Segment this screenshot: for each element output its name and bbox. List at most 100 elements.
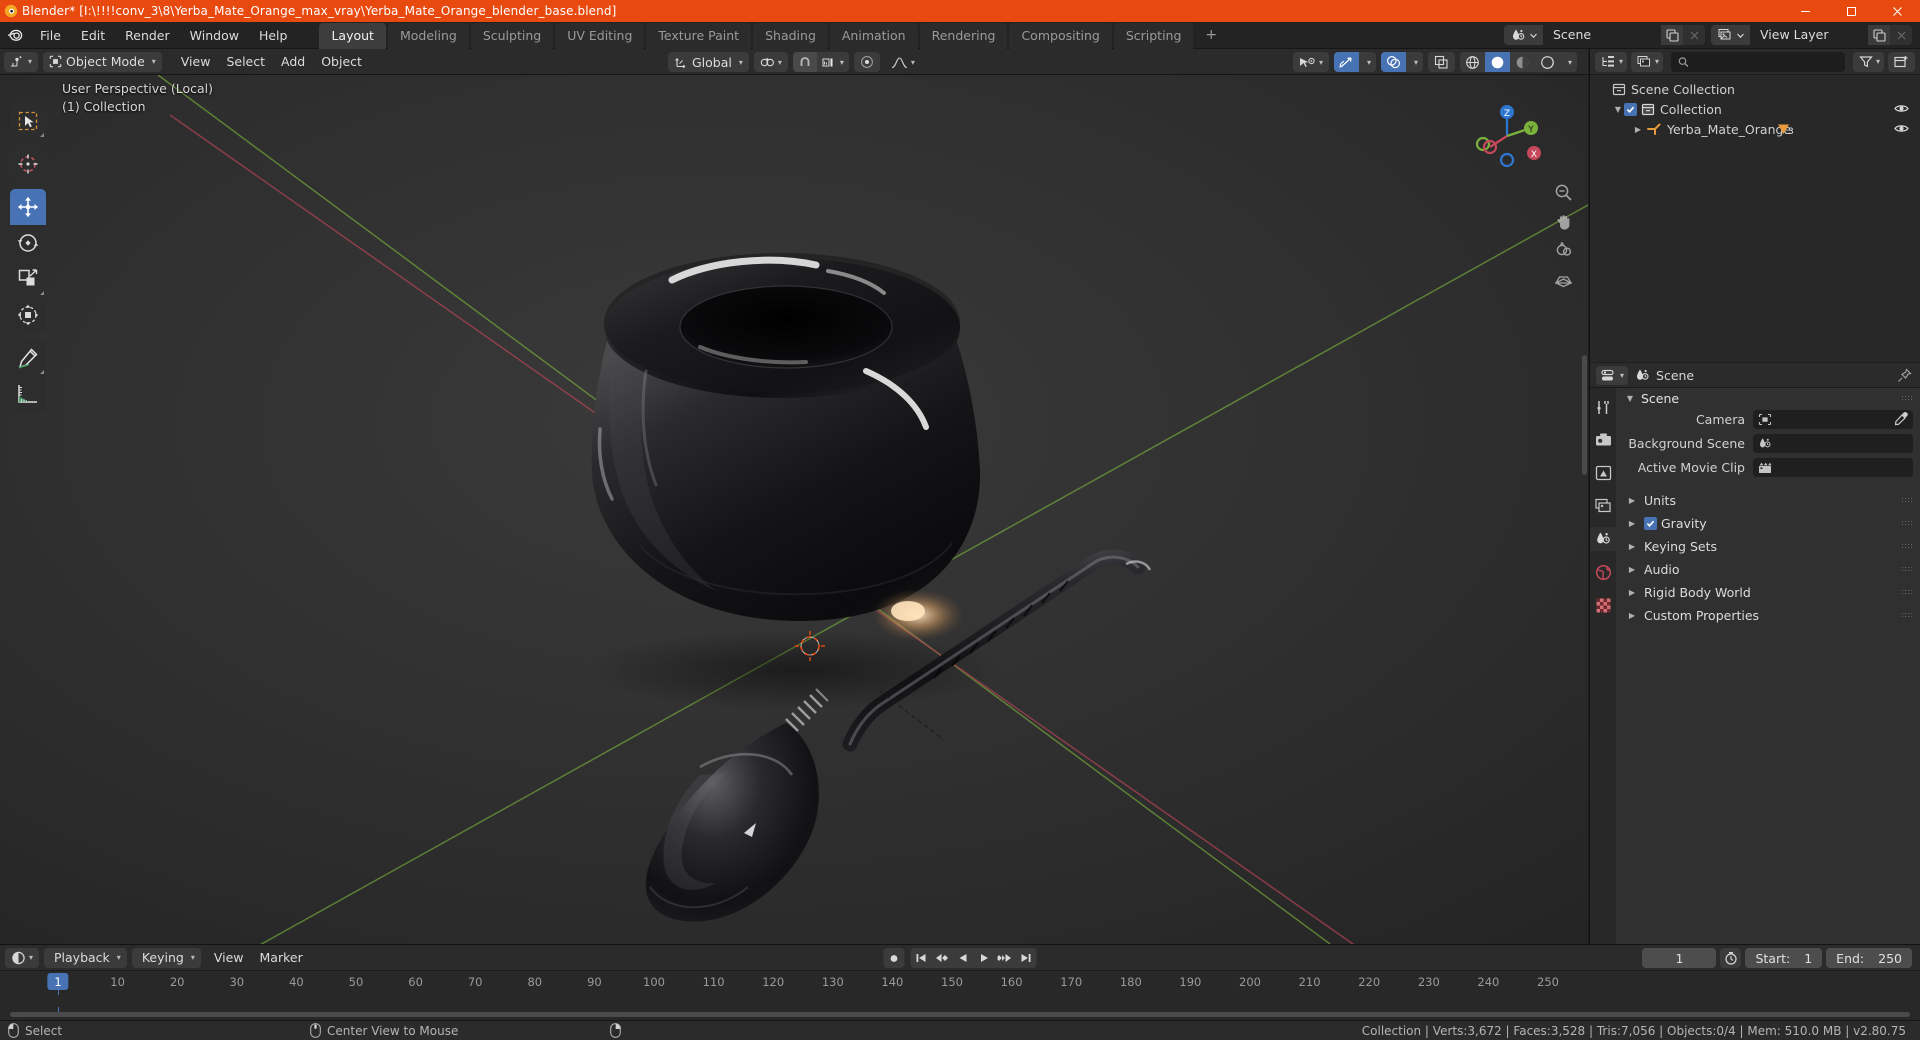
timeline-editor-type-selector[interactable]: ▾ <box>5 947 40 968</box>
overlay-dropdown-chevron[interactable]: ▾ <box>1405 52 1423 72</box>
shading-material-preview-icon[interactable] <box>1510 52 1535 72</box>
menu-help[interactable]: Help <box>250 25 297 46</box>
previous-keyframe-button[interactable] <box>931 948 953 968</box>
shading-rendered-icon[interactable] <box>1535 52 1560 72</box>
snap-controls[interactable]: ▾ <box>792 52 849 72</box>
remove-view-layer-button[interactable] <box>1890 25 1912 45</box>
blender-logo-icon[interactable] <box>0 22 30 49</box>
outliner-row-scene-collection[interactable]: Scene Collection <box>1590 79 1920 99</box>
new-view-layer-button[interactable] <box>1868 25 1890 45</box>
shading-dropdown-chevron[interactable]: ▾ <box>1559 52 1577 72</box>
show-overlays-icon[interactable] <box>1380 52 1406 72</box>
section-gravity[interactable]: ▶ Gravity <box>1616 512 1920 535</box>
current-frame-field[interactable]: 1 <box>1642 948 1717 968</box>
overlay-toggle-group[interactable]: ▾ <box>1380 52 1423 72</box>
timeline-editor[interactable]: ▾ Playback ▾ Keying ▾ View Marker 1 Star… <box>0 944 1920 1020</box>
timeline-view-menu[interactable]: View <box>206 948 252 967</box>
input-camera[interactable] <box>1753 410 1913 429</box>
object-mode-selector[interactable]: Object Mode ▾ <box>43 51 162 72</box>
tool-scale[interactable] <box>10 261 46 297</box>
start-frame-value[interactable]: 1 <box>1804 951 1812 966</box>
next-keyframe-button[interactable] <box>994 948 1016 968</box>
properties-breadcrumb[interactable]: Scene <box>1635 368 1694 383</box>
tool-tweak-select-box[interactable] <box>10 103 46 139</box>
collection-checkbox[interactable] <box>1624 102 1637 116</box>
play-reverse-button[interactable] <box>952 948 974 968</box>
section-rigid-body-world[interactable]: ▶ Rigid Body World <box>1616 581 1920 604</box>
tab-sculpting[interactable]: Sculpting <box>470 22 554 49</box>
gizmo-toggle-group[interactable]: ▾ <box>1333 52 1376 72</box>
tab-animation[interactable]: Animation <box>829 22 918 49</box>
collection-expand-triangle[interactable]: ▼ <box>1612 105 1624 114</box>
proportional-editing-toggle[interactable] <box>853 52 880 72</box>
tab-scene-properties[interactable] <box>1590 527 1616 551</box>
object-visibility-eye-icon[interactable] <box>1894 122 1909 135</box>
view-layer-name-field[interactable]: View Layer <box>1750 25 1868 45</box>
shading-wireframe-icon[interactable] <box>1460 52 1485 72</box>
timeline-ruler[interactable]: 10 20 30 40 50 60 70 80 90 100 110 120 130 140 150 160 1… <box>0 971 1920 1014</box>
snap-target-dropdown[interactable]: ▾ <box>817 52 849 72</box>
outliner-search-input[interactable] <box>1671 51 1845 72</box>
visibility-selector[interactable]: ▾ <box>1292 52 1329 72</box>
outliner-row-object[interactable]: ▶ Yerba_Mate_Orange 3 <box>1590 119 1920 139</box>
keying-sets-grip[interactable] <box>1901 543 1912 550</box>
outliner-display-mode-selector[interactable]: ▾ <box>1631 51 1664 72</box>
properties-editor[interactable]: ▾ Scene ▼ Scene Camera Background Scene … <box>1589 363 1920 944</box>
section-keying-sets[interactable]: ▶ Keying Sets <box>1616 535 1920 558</box>
scene-selector[interactable]: Scene <box>1504 25 1705 45</box>
navigation-gizmo[interactable]: Z Y X <box>1468 97 1546 175</box>
viewport-3d[interactable]: ▾ Object Mode ▾ View Select Add Object G… <box>0 49 1588 944</box>
tool-transform[interactable] <box>10 297 46 333</box>
zoom-icon[interactable] <box>1552 181 1574 203</box>
tab-compositing[interactable]: Compositing <box>1009 22 1112 49</box>
snap-magnet-icon[interactable] <box>792 52 817 72</box>
viewport-menu-object[interactable]: Object <box>313 52 370 71</box>
remove-scene-button[interactable] <box>1683 25 1705 45</box>
jump-to-end-button[interactable] <box>1015 948 1037 968</box>
end-frame-field[interactable]: End: 250 <box>1826 948 1912 968</box>
scene-name-field[interactable]: Scene <box>1543 25 1661 45</box>
timeline-playhead[interactable]: 1 <box>47 973 69 990</box>
gizmo-dropdown-chevron[interactable]: ▾ <box>1358 52 1376 72</box>
scene-panel-header[interactable]: ▼ Scene <box>1616 388 1920 409</box>
tool-move[interactable] <box>10 189 46 225</box>
panel-drag-grip[interactable] <box>1901 395 1912 402</box>
timeline-marker-menu[interactable]: Marker <box>252 948 311 967</box>
tool-annotate[interactable] <box>10 340 46 376</box>
timeline-scrollbar-horizontal[interactable] <box>10 1012 1910 1017</box>
timeline-keying-menu[interactable]: Keying ▾ <box>131 947 201 968</box>
collection-visibility-eye-icon[interactable] <box>1894 102 1909 115</box>
timeline-playback-menu[interactable]: Playback ▾ <box>44 947 127 968</box>
use-preview-range-icon[interactable] <box>1720 948 1742 968</box>
tab-world-properties[interactable] <box>1590 560 1616 584</box>
camera-eyedropper-icon[interactable] <box>1894 411 1909 426</box>
properties-editor-type-selector[interactable]: ▾ <box>1596 365 1629 385</box>
play-button[interactable] <box>973 948 995 968</box>
viewport-scrollbar-vertical[interactable] <box>1582 355 1587 475</box>
custom-properties-grip[interactable] <box>1901 612 1912 619</box>
tab-output-properties[interactable] <box>1590 461 1616 485</box>
menu-file[interactable]: File <box>31 25 70 46</box>
gravity-grip[interactable] <box>1901 520 1912 527</box>
jump-to-start-button[interactable] <box>910 948 932 968</box>
rigid-body-grip[interactable] <box>1901 589 1912 596</box>
section-custom-properties[interactable]: ▶ Custom Properties <box>1616 604 1920 627</box>
audio-grip[interactable] <box>1901 566 1912 573</box>
tab-modeling[interactable]: Modeling <box>387 22 469 49</box>
view-layer-dropdown-chevron[interactable] <box>1736 25 1750 45</box>
tab-shading[interactable]: Shading <box>753 22 828 49</box>
tab-uv-editing[interactable]: UV Editing <box>555 22 645 49</box>
tool-rotate[interactable] <box>10 225 46 261</box>
menu-render[interactable]: Render <box>116 25 179 46</box>
viewport-menu-select[interactable]: Select <box>218 52 273 71</box>
tab-scripting[interactable]: Scripting <box>1113 22 1194 49</box>
close-button[interactable] <box>1874 0 1920 22</box>
minimize-button[interactable] <box>1782 0 1828 22</box>
viewport-menu-add[interactable]: Add <box>273 52 313 71</box>
tool-measure[interactable] <box>10 376 46 412</box>
transform-orientation-selector[interactable]: Global ▾ <box>668 52 749 72</box>
proportional-falloff-selector[interactable]: ▾ <box>885 52 921 72</box>
menu-edit[interactable]: Edit <box>72 25 114 46</box>
menu-window[interactable]: Window <box>181 25 248 46</box>
tab-render-properties[interactable] <box>1590 428 1616 452</box>
